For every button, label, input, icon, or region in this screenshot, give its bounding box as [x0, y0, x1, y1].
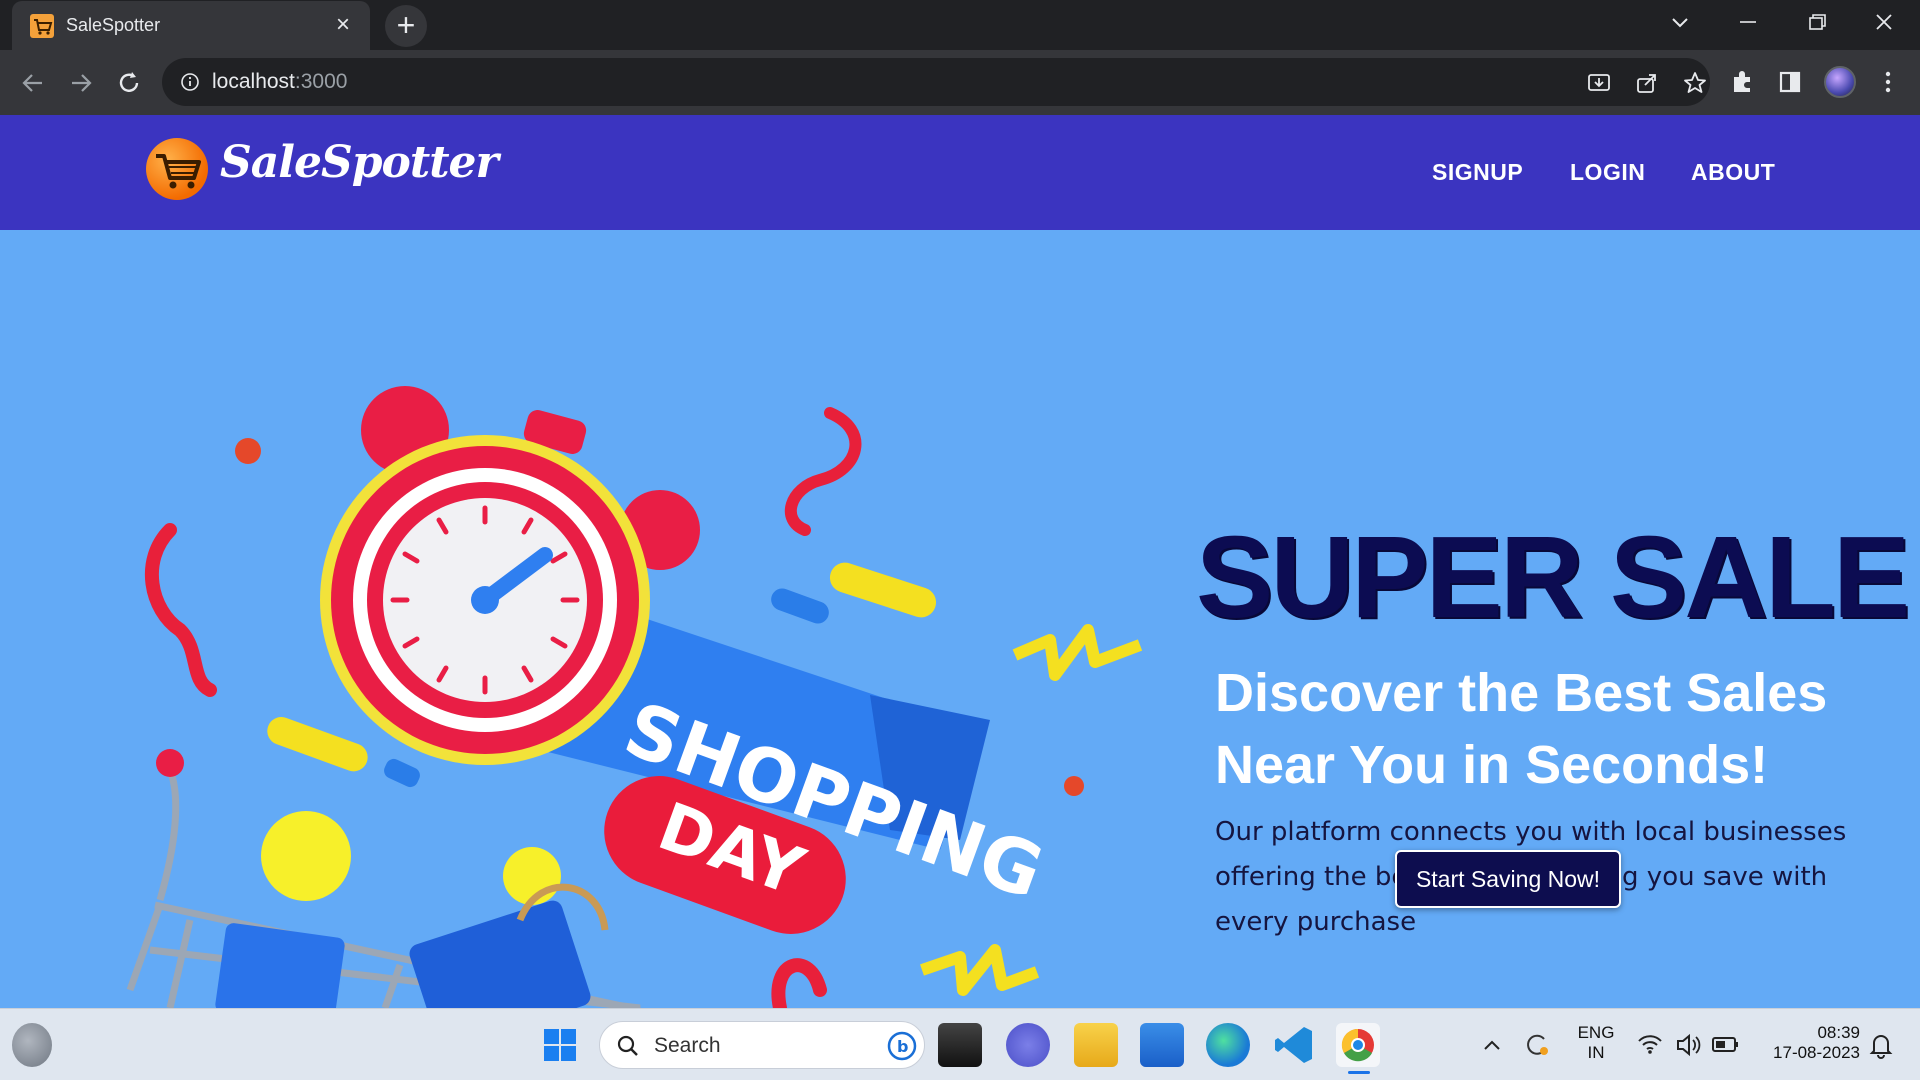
- vscode-icon[interactable]: [1272, 1023, 1316, 1067]
- volume-icon[interactable]: [1674, 1023, 1702, 1067]
- language-code: ENG: [1577, 1023, 1615, 1042]
- extensions-puzzle-icon[interactable]: [1726, 66, 1758, 98]
- browser-menu-icon[interactable]: [1872, 66, 1904, 98]
- salespotter-favicon-icon: [30, 14, 54, 38]
- site-header: SaleSpotter SIGNUP LOGIN ABOUT: [0, 115, 1920, 230]
- language-indicator[interactable]: ENG IN: [1572, 1023, 1620, 1063]
- show-hidden-icons-chevron-icon[interactable]: [1480, 1023, 1504, 1067]
- confetti-bar: [384, 758, 420, 788]
- reload-icon[interactable]: [112, 66, 146, 100]
- mail-icon[interactable]: [1140, 1023, 1184, 1067]
- confetti-zigzag: [1012, 624, 1143, 681]
- tab-title: SaleSpotter: [66, 15, 161, 35]
- confetti-bar: [829, 562, 937, 618]
- install-app-icon[interactable]: [1586, 70, 1612, 96]
- confetti-dot: [1064, 776, 1084, 796]
- hero-subheading: Discover the Best Sales Near You in Seco…: [1215, 663, 1828, 795]
- side-panel-icon[interactable]: [1774, 66, 1806, 98]
- shopping-bag: [409, 900, 591, 1008]
- confetti-ribbon: [784, 407, 862, 536]
- restore-window-icon[interactable]: [1796, 8, 1836, 40]
- confetti-ball: [261, 811, 351, 901]
- edge-browser-icon[interactable]: [1206, 1023, 1250, 1067]
- chrome-icon: [1341, 1028, 1374, 1062]
- search-label: Search: [654, 1034, 721, 1057]
- bing-chat-icon[interactable]: b: [886, 1030, 918, 1062]
- close-window-icon[interactable]: [1864, 8, 1904, 40]
- bookmark-star-icon[interactable]: [1682, 70, 1708, 96]
- clock-date: 17-08-2023: [1773, 1043, 1860, 1062]
- browser-tabstrip: SaleSpotter × +: [0, 0, 1920, 50]
- teams-chat-icon[interactable]: [1006, 1023, 1050, 1067]
- nav-about-link[interactable]: ABOUT: [1691, 159, 1775, 186]
- start-saving-button[interactable]: Start Saving Now!: [1395, 850, 1621, 908]
- search-icon: [617, 1035, 638, 1056]
- profile-avatar[interactable]: [1824, 66, 1856, 98]
- task-view-icon[interactable]: [938, 1023, 982, 1067]
- confetti-bar: [267, 717, 368, 772]
- windows-start-icon[interactable]: [538, 1023, 582, 1067]
- region-code: IN: [1587, 1043, 1605, 1062]
- shopping-bag: [215, 923, 345, 1008]
- confetti-zigzag: [920, 944, 1040, 996]
- address-bar[interactable]: localhost:3000: [162, 58, 1710, 106]
- notification-bell-icon[interactable]: [1866, 1023, 1896, 1067]
- taskbar-search[interactable]: Search b: [599, 1021, 925, 1069]
- widgets-icon[interactable]: [12, 1023, 52, 1067]
- share-icon[interactable]: [1634, 70, 1660, 96]
- chrome-taskbar-icon[interactable]: [1336, 1023, 1380, 1074]
- minimize-window-icon[interactable]: [1728, 8, 1768, 40]
- site-info-icon[interactable]: [180, 72, 200, 92]
- browser-toolbar: localhost:3000: [0, 50, 1920, 115]
- taskbar-clock[interactable]: 08:39 17-08-2023: [1750, 1023, 1860, 1063]
- windows-taskbar: Search b ENG IN 08:39 17-08-2023: [0, 1008, 1920, 1080]
- hero-illustration: SHOPPING DAY: [126, 386, 1143, 1008]
- nav-login-link[interactable]: LOGIN: [1570, 159, 1645, 186]
- nav-signup-link[interactable]: SIGNUP: [1432, 159, 1523, 186]
- page-viewport: SaleSpotter SIGNUP LOGIN ABOUT SHOPPING …: [0, 115, 1920, 1008]
- browser-tab[interactable]: SaleSpotter ×: [12, 1, 370, 50]
- clock-time: 08:39: [1817, 1023, 1860, 1042]
- tab-search-chevron-icon[interactable]: [1660, 8, 1700, 40]
- url-host: localhost: [212, 70, 295, 93]
- confetti-bar: [771, 588, 829, 624]
- back-arrow-icon[interactable]: [16, 66, 50, 100]
- new-tab-button[interactable]: +: [385, 5, 427, 47]
- url-text[interactable]: localhost:3000: [212, 70, 347, 94]
- tab-close-icon[interactable]: ×: [330, 12, 356, 38]
- sync-status-icon[interactable]: [1522, 1023, 1552, 1067]
- wifi-icon[interactable]: [1636, 1023, 1664, 1067]
- brand-name[interactable]: SaleSpotter: [220, 137, 499, 188]
- confetti-dot: [235, 438, 261, 464]
- file-explorer-icon[interactable]: [1074, 1023, 1118, 1067]
- confetti-ribbon: [144, 523, 217, 697]
- shopping-cart-icon: [156, 154, 201, 189]
- svg-text:b: b: [897, 1037, 908, 1056]
- active-app-indicator: [1348, 1071, 1370, 1074]
- url-port: :3000: [294, 70, 348, 93]
- battery-icon[interactable]: [1710, 1023, 1740, 1067]
- forward-arrow-icon[interactable]: [64, 66, 98, 100]
- hero-headline: SUPER SALE: [1196, 512, 1910, 642]
- brand-logo-icon[interactable]: [146, 138, 208, 200]
